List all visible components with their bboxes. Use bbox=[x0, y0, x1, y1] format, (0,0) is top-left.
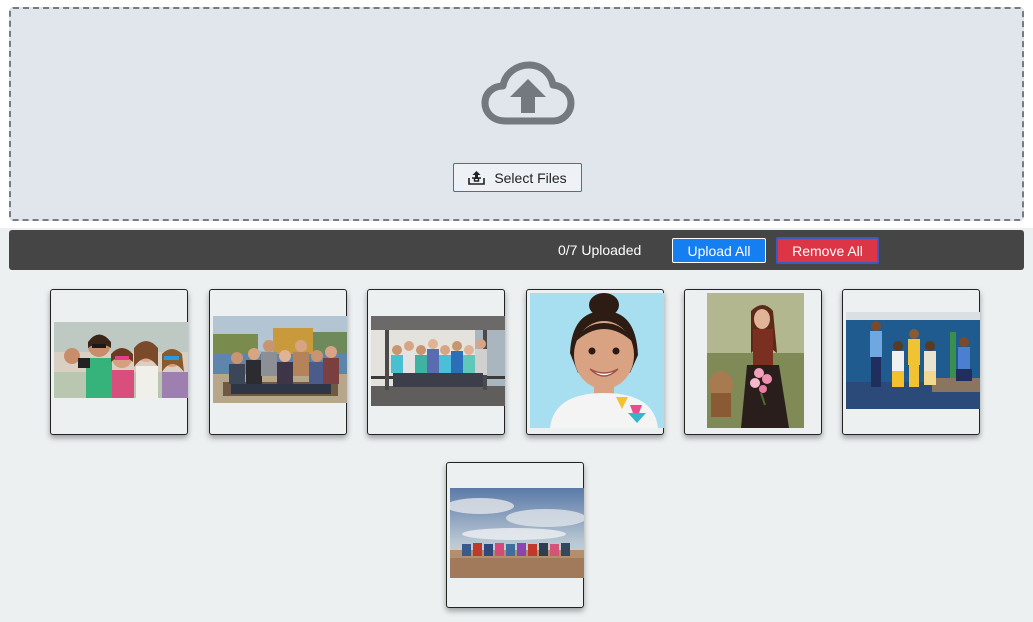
file-preview-card[interactable] bbox=[50, 289, 188, 435]
file-preview-card[interactable] bbox=[209, 289, 347, 435]
file-dropzone[interactable]: Select Files bbox=[9, 7, 1024, 221]
file-preview-card[interactable] bbox=[684, 289, 822, 435]
file-preview-card[interactable] bbox=[446, 462, 584, 608]
smiling-girl-portrait-photo bbox=[530, 293, 664, 428]
office-team-photo bbox=[846, 312, 980, 409]
cloud-upload-icon bbox=[481, 61, 575, 125]
file-preview-card[interactable] bbox=[526, 289, 664, 435]
file-preview-card[interactable] bbox=[842, 289, 980, 435]
upload-all-button[interactable]: Upload All bbox=[672, 238, 766, 263]
friends-on-bench-photo bbox=[213, 316, 347, 403]
select-files-button[interactable]: Select Files bbox=[453, 163, 582, 192]
friends-on-beach-photo bbox=[450, 488, 584, 578]
file-preview-card[interactable] bbox=[367, 289, 505, 435]
group-on-porch-photo bbox=[371, 316, 505, 406]
upload-tray-icon bbox=[468, 171, 486, 185]
upload-status-text: 0/7 Uploaded bbox=[558, 242, 642, 258]
remove-all-button[interactable]: Remove All bbox=[776, 237, 879, 264]
upload-status-bar: 0/7 Uploaded Upload All Remove All bbox=[9, 230, 1024, 270]
select-files-label: Select Files bbox=[494, 169, 567, 186]
group-selfie-photo bbox=[54, 322, 188, 398]
girl-with-flowers-photo bbox=[707, 293, 804, 428]
